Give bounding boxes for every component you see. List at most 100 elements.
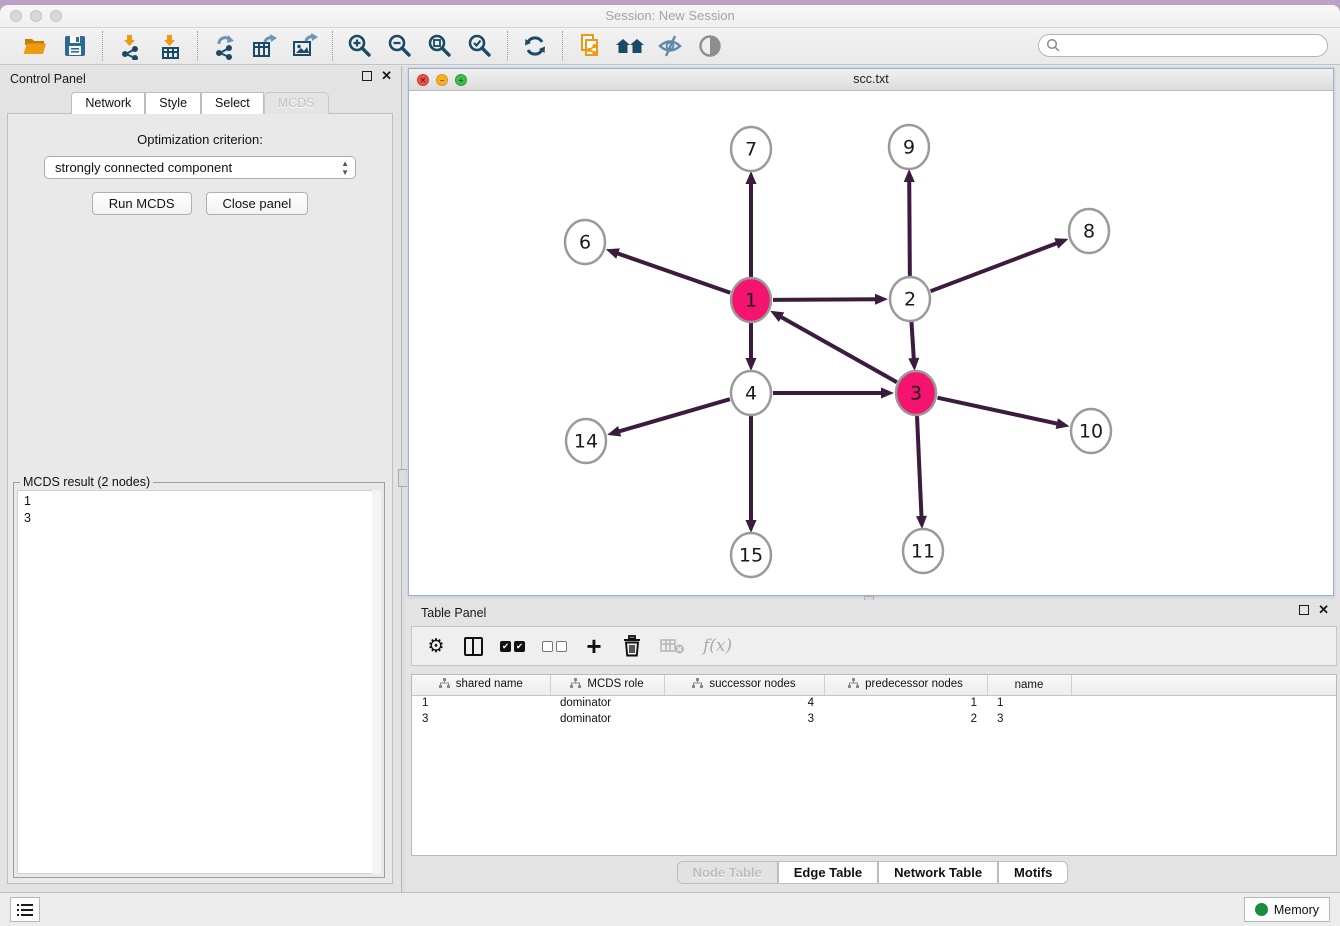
show-details-icon[interactable] <box>693 31 727 61</box>
column-header-shared-name[interactable]: shared name <box>412 675 550 695</box>
run-mcds-button[interactable]: Run MCDS <box>92 192 192 215</box>
tab-motifs[interactable]: Motifs <box>998 861 1068 884</box>
tab-node-table[interactable]: Node Table <box>677 861 778 884</box>
tab-select[interactable]: Select <box>201 92 264 114</box>
cell-mcds-role[interactable]: dominator <box>550 695 664 711</box>
select-all-icon[interactable]: ✔✔ <box>500 641 525 652</box>
search-icon <box>1046 38 1061 53</box>
window-traffic-lights[interactable] <box>10 10 62 22</box>
add-column-icon[interactable]: + <box>584 637 604 655</box>
cell-mcds-role[interactable]: dominator <box>550 711 664 727</box>
graph-edge-2-9[interactable] <box>909 179 910 277</box>
main-content: Control Panel ✕ Network Style Select MCD… <box>0 66 1340 892</box>
import-network-icon[interactable] <box>113 31 147 61</box>
column-header-predecessor-nodes[interactable]: predecessor nodes <box>824 675 987 695</box>
result-scrollbar[interactable] <box>372 490 381 874</box>
export-image-icon[interactable] <box>288 31 322 61</box>
refresh-icon[interactable] <box>518 31 552 61</box>
mcds-result-fieldset: MCDS result (2 nodes) 1 3 <box>13 482 385 878</box>
table-close-icon[interactable]: ✕ <box>1318 605 1329 615</box>
window-title: Session: New Session <box>0 5 1340 27</box>
float-panel-icon[interactable] <box>362 71 372 81</box>
delete-table-icon-disabled <box>660 636 686 656</box>
table-settings-icon[interactable]: ⚙ <box>426 636 446 656</box>
graph-edge-arrow <box>1056 418 1070 429</box>
graph-node-label-8: 8 <box>1083 221 1095 243</box>
delete-column-icon[interactable] <box>621 634 643 658</box>
graph-edge-2-3[interactable] <box>911 321 914 361</box>
minimize-window-button[interactable] <box>30 10 42 22</box>
mcds-result-text[interactable]: 1 3 <box>17 490 381 874</box>
graph-edge-3-1[interactable] <box>779 316 897 382</box>
graph-edge-2-8[interactable] <box>931 242 1060 291</box>
function-builder-icon-disabled: f(x) <box>703 636 732 656</box>
column-header-successor-nodes[interactable]: successor nodes <box>664 675 824 695</box>
column-header-mcds-role[interactable]: MCDS role <box>550 675 664 695</box>
tab-edge-table[interactable]: Edge Table <box>778 861 878 884</box>
cell-shared-name[interactable]: 3 <box>412 711 550 727</box>
hide-details-icon[interactable] <box>653 31 687 61</box>
graph-edge-3-10[interactable] <box>937 398 1059 425</box>
table-row[interactable]: 1 dominator 4 1 1 <box>412 695 1336 711</box>
vertical-splitter[interactable] <box>401 66 405 892</box>
cell-shared-name[interactable]: 1 <box>412 695 550 711</box>
open-file-icon[interactable] <box>18 31 52 61</box>
table-toolbar: ⚙ ✔✔ + f(x) <box>411 626 1337 666</box>
deselect-all-icon[interactable] <box>542 641 567 652</box>
cell-predecessor-nodes[interactable]: 1 <box>824 695 987 711</box>
zoom-in-icon[interactable] <box>343 31 377 61</box>
graph-edge-1-2[interactable] <box>773 299 878 300</box>
graph-edge-arrow <box>746 358 757 371</box>
search-input[interactable] <box>1038 34 1328 57</box>
zoom-selected-icon[interactable] <box>463 31 497 61</box>
table-tabs: Node Table Edge Table Network Table Moti… <box>408 861 1337 884</box>
zoom-fit-icon[interactable] <box>423 31 457 61</box>
tab-network[interactable]: Network <box>71 92 145 114</box>
main-toolbar <box>0 28 1340 65</box>
tab-mcds[interactable]: MCDS <box>264 92 329 114</box>
close-panel-button[interactable]: Close panel <box>206 192 309 215</box>
graph-edge-3-11[interactable] <box>917 415 922 519</box>
cell-predecessor-nodes[interactable]: 2 <box>824 711 987 727</box>
status-bar: Memory <box>0 892 1340 926</box>
control-panel-title: Control Panel <box>10 72 86 86</box>
network-canvas[interactable]: 7968124314101511 <box>409 91 1333 595</box>
save-session-icon[interactable] <box>58 31 92 61</box>
cell-name[interactable]: 1 <box>987 695 1071 711</box>
close-window-button[interactable] <box>10 10 22 22</box>
graph-edge-4-14[interactable] <box>617 399 730 432</box>
export-table-icon[interactable] <box>248 31 282 61</box>
graph-edge-arrow <box>904 169 915 182</box>
splitter-handle[interactable] <box>398 469 408 487</box>
zoom-out-icon[interactable] <box>383 31 417 61</box>
control-panel-tabs: Network Style Select MCDS <box>0 92 400 114</box>
graph-node-label-11: 11 <box>911 541 935 563</box>
graph-edge-arrow <box>606 248 620 258</box>
import-table-icon[interactable] <box>153 31 187 61</box>
graph-node-label-1: 1 <box>745 290 757 312</box>
tab-style[interactable]: Style <box>145 92 201 114</box>
column-header-name[interactable]: name <box>987 675 1071 695</box>
network-window-title: scc.txt <box>409 69 1333 90</box>
tab-network-table[interactable]: Network Table <box>878 861 998 884</box>
network-close-icon[interactable]: ✕ <box>417 74 429 86</box>
maximize-window-button[interactable] <box>50 10 62 22</box>
cell-name[interactable]: 3 <box>987 711 1071 727</box>
show-columns-icon[interactable] <box>463 637 483 656</box>
memory-button[interactable]: Memory <box>1244 897 1330 922</box>
criterion-dropdown[interactable]: strongly connected component ▲▼ <box>44 156 356 179</box>
home-layout-icon[interactable] <box>613 31 647 61</box>
export-network-icon[interactable] <box>208 31 242 61</box>
cell-successor-nodes[interactable]: 3 <box>664 711 824 727</box>
node-table: shared name MCDS role successor nodes pr… <box>411 674 1337 856</box>
task-history-button[interactable] <box>10 897 40 922</box>
cell-successor-nodes[interactable]: 4 <box>664 695 824 711</box>
table-float-icon[interactable] <box>1299 605 1309 615</box>
network-maximize-icon[interactable]: + <box>455 74 467 86</box>
copy-network-icon[interactable] <box>573 31 607 61</box>
graph-edge-1-6[interactable] <box>615 253 730 293</box>
close-panel-icon[interactable]: ✕ <box>381 71 392 81</box>
network-minimize-icon[interactable]: − <box>436 74 448 86</box>
table-row[interactable]: 3 dominator 3 2 3 <box>412 711 1336 727</box>
table-header-row: shared name MCDS role successor nodes pr… <box>412 675 1336 695</box>
